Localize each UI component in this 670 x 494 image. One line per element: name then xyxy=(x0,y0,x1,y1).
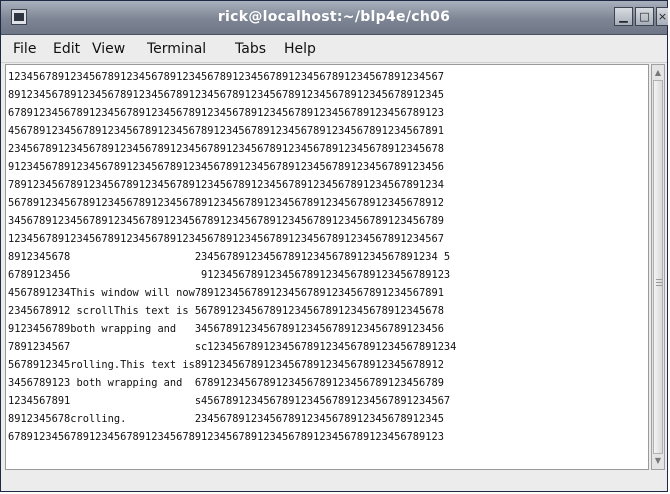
title-bar[interactable]: rick@localhost:~/blp4e/ch06 ▁ □ × xyxy=(1,1,668,35)
menu-edit[interactable]: Edit xyxy=(53,40,80,58)
maximize-button[interactable]: □ xyxy=(635,7,654,26)
close-button[interactable]: × xyxy=(656,7,668,26)
menu-bar: File Edit View Terminal Tabs Help xyxy=(1,35,667,63)
terminal-line: 8912345678crolling. 23456789123456789123… xyxy=(8,413,444,425)
scrollbar-thumb[interactable] xyxy=(653,80,663,454)
menu-view[interactable]: View xyxy=(92,40,125,58)
terminal-line: 7891234567891234567891234567891234567891… xyxy=(8,179,444,191)
terminal-line: 5678912345rolling.This text is8912345678… xyxy=(8,359,444,371)
terminal-line: 8912345678912345678912345678912345678912… xyxy=(8,89,444,101)
terminal-line: 3456789123456789123456789123456789123456… xyxy=(8,215,444,227)
window-bottom-edge xyxy=(1,471,667,491)
terminal-line: 2345678912 scrollThis text is 5678912345… xyxy=(8,305,444,317)
window-title: rick@localhost:~/blp4e/ch06 xyxy=(217,9,451,25)
terminal-line: 1234567891 s4567891234567891234567891234… xyxy=(8,395,451,407)
terminal-line: 1234567891234567891234567891234567891234… xyxy=(8,233,444,245)
menu-terminal[interactable]: Terminal xyxy=(147,40,206,58)
terminal-line: 9123456789both wrapping and 345678912345… xyxy=(8,323,444,335)
terminal-line: 2345678912345678912345678912345678912345… xyxy=(8,143,444,155)
terminal-line: 5678912345678912345678912345678912345678… xyxy=(8,197,444,209)
menu-help[interactable]: Help xyxy=(284,40,316,58)
terminal-output[interactable]: 1234567891234567891234567891234567891234… xyxy=(5,64,649,470)
terminal-window: rick@localhost:~/blp4e/ch06 ▁ □ × File E… xyxy=(0,0,668,492)
terminal-line: 8912345678 23456789123456789123456789123… xyxy=(8,251,451,263)
arrow-down-icon[interactable]: ▼ xyxy=(653,455,663,467)
terminal-line: 6789123456789123456789123456789123456789… xyxy=(8,431,444,443)
menu-tabs[interactable]: Tabs xyxy=(235,40,266,58)
arrow-up-icon[interactable]: ▲ xyxy=(653,67,663,79)
menu-file[interactable]: File xyxy=(13,40,36,58)
minimize-button[interactable]: ▁ xyxy=(614,7,633,26)
terminal-line: 4567891234567891234567891234567891234567… xyxy=(8,125,444,137)
terminal-line: 1234567891234567891234567891234567891234… xyxy=(8,71,444,83)
terminal-line: 3456789123 both wrapping and 67891234567… xyxy=(8,377,444,389)
terminal-line: 6789123456 91234567891234567891234567891… xyxy=(8,269,451,281)
vertical-scrollbar[interactable]: ▲ ▼ xyxy=(651,64,665,470)
terminal-line: 4567891234This window will now7891234567… xyxy=(8,287,444,299)
terminal-line: 7891234567 sc123456789123456789123456789… xyxy=(8,341,457,353)
terminal-line: 6789123456789123456789123456789123456789… xyxy=(8,107,444,119)
grip-icon xyxy=(656,279,662,280)
terminal-icon[interactable] xyxy=(11,9,27,25)
terminal-line: 9123456789123456789123456789123456789123… xyxy=(8,161,444,173)
